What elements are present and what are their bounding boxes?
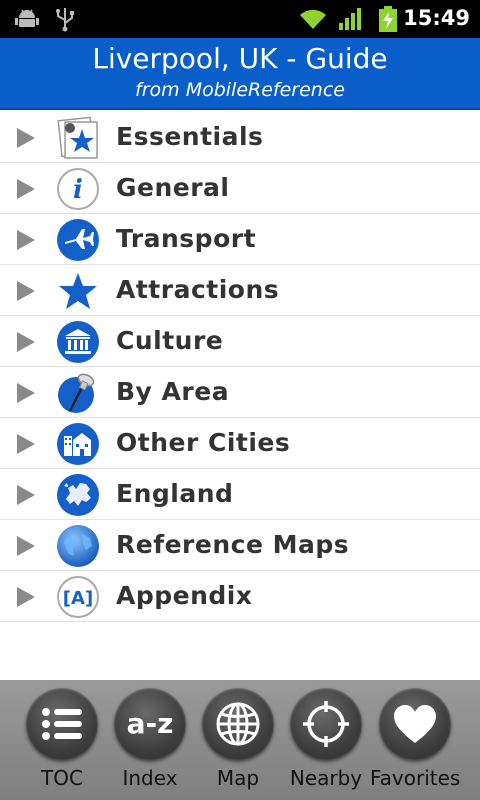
a-z-icon: a-z — [114, 688, 186, 760]
city-buildings-icon — [56, 422, 100, 466]
battery-charging-icon — [378, 6, 398, 32]
airplane-icon — [56, 218, 100, 262]
expand-arrow-icon — [17, 383, 35, 403]
toc-button-label: TOC — [41, 766, 83, 790]
menu-item-label: Transport — [116, 224, 257, 253]
page-title: Liverpool, UK - Guide — [92, 42, 388, 75]
app-header: Liverpool, UK - Guide from MobileReferen… — [0, 38, 480, 110]
expand-arrow-icon — [17, 485, 35, 505]
menu-item-appendix[interactable]: [A] Appendix — [0, 571, 480, 622]
globe-grid-icon — [202, 688, 274, 760]
expand-arrow-icon — [17, 179, 35, 199]
favorites-button[interactable]: Favorites — [370, 680, 460, 800]
bottom-toolbar: TOC a-z Index Map Nearby Favorites — [0, 680, 480, 800]
list-icon — [26, 688, 98, 760]
map-button[interactable]: Map — [194, 680, 282, 800]
favorites-button-label: Favorites — [370, 766, 461, 790]
wifi-icon — [298, 7, 328, 31]
map-button-label: Map — [216, 766, 260, 790]
menu-item-label: Other Cities — [116, 428, 291, 457]
signal-icon — [338, 7, 364, 31]
europe-map-icon — [56, 473, 100, 517]
toc-button[interactable]: TOC — [18, 680, 106, 800]
android-debug-icon — [14, 7, 40, 31]
menu-item-essentials[interactable]: Essentials — [0, 112, 480, 163]
heart-icon — [379, 688, 451, 760]
menu-item-transport[interactable]: Transport — [0, 214, 480, 265]
info-icon: i — [56, 167, 100, 211]
expand-arrow-icon — [17, 230, 35, 250]
menu-item-label: Essentials — [116, 122, 264, 151]
expand-arrow-icon — [17, 281, 35, 301]
globe-icon — [56, 524, 100, 568]
nearby-button-label: Nearby — [289, 766, 363, 790]
pushpin-icon — [56, 371, 100, 415]
usb-icon — [54, 7, 76, 32]
appendix-bracket-a-icon: [A] — [56, 575, 100, 619]
index-button[interactable]: a-z Index — [106, 680, 194, 800]
menu-item-label: England — [116, 479, 234, 508]
expand-arrow-icon — [17, 434, 35, 454]
expand-arrow-icon — [17, 536, 35, 556]
menu-item-label: Appendix — [116, 581, 253, 610]
a-z-glyph: a-z — [127, 707, 174, 740]
crosshair-icon — [290, 688, 362, 760]
info-glyph: i — [73, 175, 83, 205]
menu-item-label: Culture — [116, 326, 224, 355]
menu-item-other-cities[interactable]: Other Cities — [0, 418, 480, 469]
page-subtitle: from MobileReference — [135, 79, 345, 101]
guide-menu-list: Essentials i General Transport Attractio… — [0, 112, 480, 622]
museum-icon — [56, 320, 100, 364]
menu-item-label: By Area — [116, 377, 230, 406]
nearby-button[interactable]: Nearby — [282, 680, 370, 800]
appendix-glyph: [A] — [63, 588, 93, 609]
menu-item-label: General — [116, 173, 230, 202]
menu-item-culture[interactable]: Culture — [0, 316, 480, 367]
menu-item-england[interactable]: England — [0, 469, 480, 520]
essentials-star-card-icon — [56, 116, 100, 160]
expand-arrow-icon — [17, 128, 35, 148]
menu-item-by-area[interactable]: By Area — [0, 367, 480, 418]
menu-item-label: Reference Maps — [116, 530, 350, 559]
index-button-label: Index — [122, 766, 178, 790]
menu-item-general[interactable]: i General — [0, 163, 480, 214]
expand-arrow-icon — [17, 332, 35, 352]
star-icon — [56, 269, 100, 313]
status-bar: 15:49 — [0, 0, 480, 38]
menu-item-attractions[interactable]: Attractions — [0, 265, 480, 316]
menu-item-label: Attractions — [116, 275, 280, 304]
menu-item-reference-maps[interactable]: Reference Maps — [0, 520, 480, 571]
clock: 15:49 — [403, 6, 470, 30]
expand-arrow-icon — [17, 587, 35, 607]
